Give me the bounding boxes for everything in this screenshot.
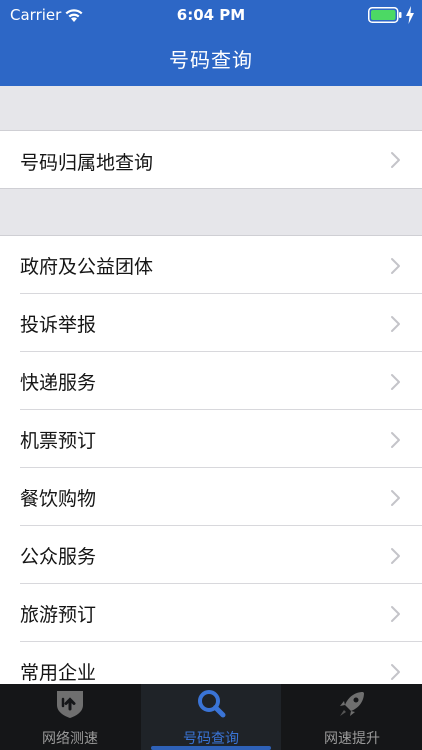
rocket-icon [340,692,364,716]
list-item-label: 旅游预订 [20,604,97,626]
section-spacer [0,189,422,235]
list-item-label: 机票预订 [20,430,97,452]
tab-label: 网络测速 [42,731,98,747]
chevron-right-icon [391,258,400,274]
list-item-public-services[interactable]: 公众服务 [0,526,422,584]
navigation-header: Carrier 6:04 PM 号码查询 [0,0,422,86]
chevron-right-icon [391,316,400,332]
list-item-common-companies[interactable]: 常用企业 [0,642,422,684]
list-item-express-delivery[interactable]: 快递服务 [0,352,422,410]
chevron-right-icon [391,152,400,168]
battery-icon [368,7,402,23]
charging-bolt-icon [406,6,414,24]
list-item-government[interactable]: 政府及公益团体 [0,236,422,294]
chevron-right-icon [391,490,400,506]
status-bar: Carrier 6:04 PM [0,0,422,30]
active-tab-indicator [151,746,271,750]
tab-speed-boost[interactable]: 网速提升 [282,684,422,750]
tab-speed-test[interactable]: 网络测速 [0,684,140,750]
list-item-travel-booking[interactable]: 旅游预订 [0,584,422,642]
search-icon [198,690,226,718]
list-item-label: 常用企业 [20,662,97,684]
chevron-right-icon [391,664,400,680]
list-item-complaints[interactable]: 投诉举报 [0,294,422,352]
list-item-number-location[interactable]: 号码归属地查询 [0,131,422,188]
list-item-label: 投诉举报 [20,314,97,336]
list-item-dining-shopping[interactable]: 餐饮购物 [0,468,422,526]
speed-shield-icon [57,691,83,718]
page-title: 号码查询 [169,48,253,72]
tab-bar: 网络测速 号码查询 网速提升 [0,684,422,750]
chevron-right-icon [391,374,400,390]
list-item-label: 号码归属地查询 [20,152,154,174]
status-time: 6:04 PM [176,6,246,24]
tab-label: 网速提升 [324,731,380,747]
chevron-right-icon [391,548,400,564]
tab-label: 号码查询 [183,731,239,747]
chevron-right-icon [391,606,400,622]
tab-number-lookup[interactable]: 号码查询 [141,684,281,750]
section-spacer [0,86,422,130]
list-item-label: 政府及公益团体 [20,256,154,278]
list-item-label: 公众服务 [20,546,97,568]
list-item-label: 快递服务 [20,372,97,394]
list-item-label: 餐饮购物 [20,488,97,510]
chevron-right-icon [391,432,400,448]
list-item-flight-booking[interactable]: 机票预订 [0,410,422,468]
